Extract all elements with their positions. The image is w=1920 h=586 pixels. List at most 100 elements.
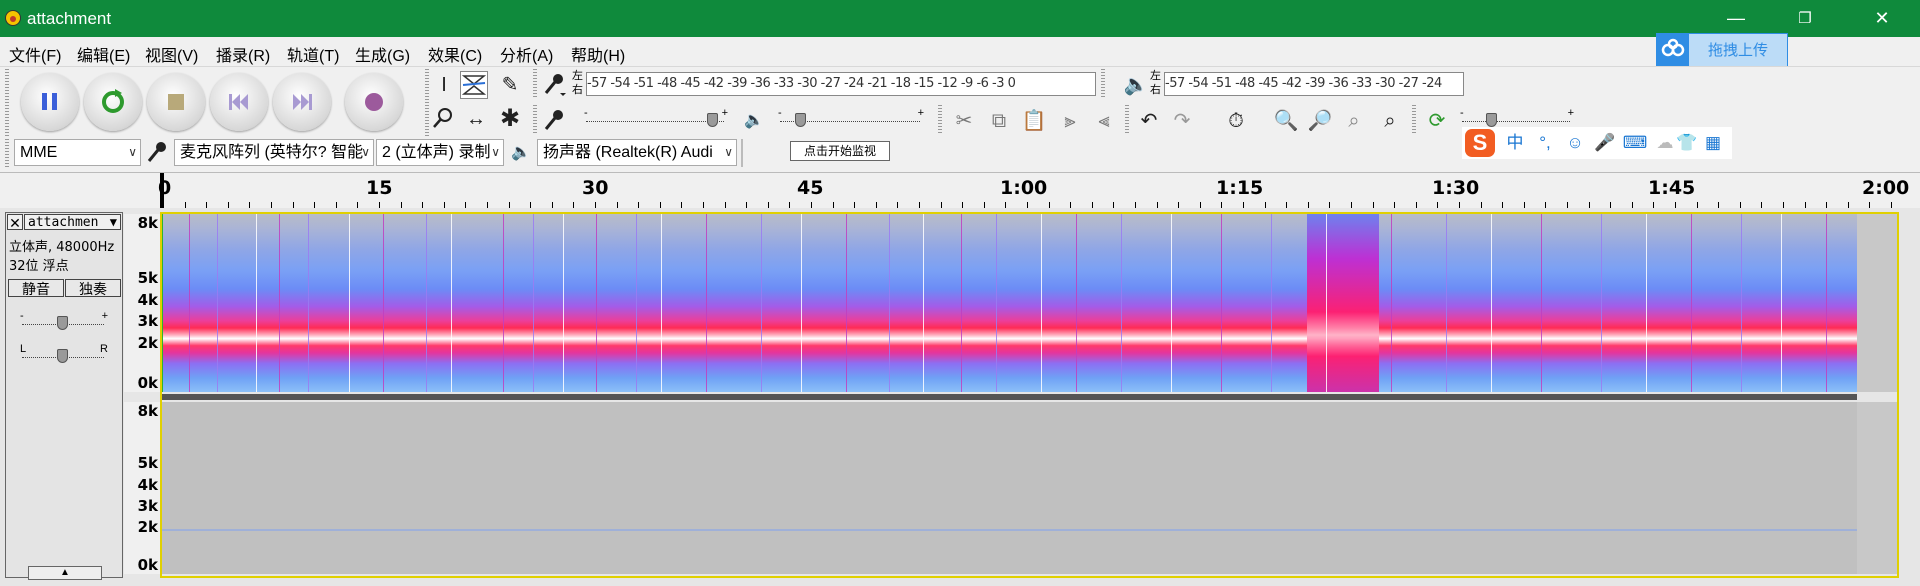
silence-icon[interactable]: ⫷	[1090, 107, 1118, 135]
pan-thumb[interactable]	[57, 349, 68, 363]
envelope-tool-icon[interactable]	[460, 71, 488, 99]
selection-tool-icon[interactable]: I	[430, 71, 458, 99]
loop-button[interactable]	[84, 73, 142, 131]
stop-icon	[147, 73, 205, 131]
mixer-grip[interactable]	[533, 105, 537, 135]
sync-lock-icon[interactable]: ⏱	[1222, 107, 1250, 135]
menu-record[interactable]: 播录(R)	[216, 42, 270, 66]
minimize-button[interactable]: —	[1706, 0, 1766, 37]
time-shift-tool-icon[interactable]: ↔	[462, 105, 490, 133]
ruler-label: 15	[366, 177, 393, 199]
menu-effect[interactable]: 效果(C)	[428, 42, 482, 66]
recording-channels-select[interactable]: 2 (立体声) 录制 ∨	[376, 139, 504, 166]
fit-selection-icon[interactable]: ⌕	[1340, 107, 1368, 135]
undo-icon[interactable]: ↶	[1135, 107, 1163, 135]
ime-voice-icon[interactable]: 🎤	[1592, 131, 1618, 155]
ime-punctuation-icon[interactable]: °,	[1532, 131, 1558, 155]
undo-grip[interactable]	[1125, 105, 1129, 135]
track-gain-slider[interactable]: - +	[20, 310, 108, 334]
menu-analyze[interactable]: 分析(A)	[500, 42, 553, 66]
play-at-speed-grip[interactable]	[1412, 105, 1416, 135]
close-track-icon[interactable]: ✕	[7, 214, 23, 231]
cut-icon[interactable]: ✂	[950, 107, 978, 135]
zoom-out-icon[interactable]: 🔎	[1306, 107, 1334, 135]
paste-icon[interactable]: 📋	[1020, 107, 1048, 135]
upload-widget[interactable]: 拖拽上传	[1656, 33, 1788, 67]
menu-help[interactable]: 帮助(H)	[571, 42, 625, 66]
pencil-tool-icon[interactable]: ✎	[496, 71, 524, 99]
play-speed-slider[interactable]: - +	[1460, 107, 1574, 131]
audio-host-select[interactable]: MME ∨	[14, 139, 141, 166]
recording-device-select[interactable]: 麦克风阵列 (英特尔? 智能 ∨	[174, 139, 374, 166]
ime-keyboard-icon[interactable]: ⌨	[1622, 131, 1648, 155]
spectrogram-right-channel[interactable]	[161, 402, 1857, 574]
skip-start-button[interactable]	[210, 73, 268, 131]
record-meter[interactable]: -57 -54 -51 -48 -45 -42 -39 -36 -33 -30 …	[586, 72, 1096, 96]
collapse-track-button[interactable]: ▲	[28, 566, 102, 580]
record-volume-thumb[interactable]	[707, 113, 718, 127]
playback-volume-thumb[interactable]	[795, 113, 806, 127]
play-at-speed-icon[interactable]: ⟳	[1423, 107, 1451, 135]
transient-line	[1446, 214, 1447, 392]
ime-emoji-icon[interactable]: ☺	[1562, 131, 1588, 155]
mute-button[interactable]: 静音	[8, 279, 64, 297]
channel-separator	[161, 394, 1857, 400]
transient-line	[1121, 214, 1122, 392]
record-button[interactable]	[345, 73, 403, 131]
transient-line	[451, 214, 452, 392]
edit-toolbar-grip[interactable]	[938, 105, 942, 135]
transient-line	[1041, 214, 1042, 392]
play-meter[interactable]: -57 -54 -51 -48 -45 -42 -39 -36 -33 -30 …	[1164, 72, 1464, 96]
transient-line	[706, 214, 707, 392]
menu-file[interactable]: 文件(F)	[9, 42, 61, 66]
ime-menu-icon[interactable]: ▦	[1700, 131, 1726, 155]
playback-device-select[interactable]: 扬声器 (Realtek(R) Audi ∨	[537, 139, 737, 166]
menu-tracks[interactable]: 轨道(T)	[287, 42, 339, 66]
record-meter-mic-icon[interactable]	[541, 71, 569, 99]
menu-bar: 文件(F) 编辑(E) 视图(V) 播录(R) 轨道(T) 生成(G) 效果(C…	[0, 37, 1920, 66]
ime-skin-icon[interactable]: 👕	[1674, 131, 1700, 155]
device-toolbar-grip[interactable]	[5, 139, 9, 167]
menu-edit[interactable]: 编辑(E)	[77, 42, 130, 66]
transient-line	[256, 214, 257, 392]
record-meter-left-label: 左	[572, 70, 583, 82]
zoom-tool-icon[interactable]	[430, 105, 458, 133]
record-meter-grip[interactable]	[533, 69, 537, 99]
tools-grip[interactable]	[425, 69, 429, 136]
transient-line	[383, 214, 384, 392]
gain-thumb[interactable]	[57, 316, 68, 330]
ruler-label: 1:30	[1432, 177, 1480, 199]
playback-volume-slider[interactable]: - +	[778, 107, 924, 131]
play-speed-thumb[interactable]	[1486, 113, 1497, 127]
play-meter-grip[interactable]	[1101, 69, 1105, 99]
ime-language-toggle[interactable]: 中	[1502, 131, 1528, 155]
close-button[interactable]: ✕	[1852, 0, 1912, 37]
copy-icon[interactable]: ⧉	[985, 107, 1013, 135]
sogou-logo-icon[interactable]: S	[1465, 129, 1495, 157]
high-energy-region	[1307, 214, 1379, 392]
frequency-axis-right: 8k 5k 4k 3k 2k 0k	[124, 402, 160, 574]
multi-tool-icon[interactable]: ✱	[496, 105, 524, 133]
fit-project-icon[interactable]: ⌕	[1376, 107, 1404, 135]
trim-icon[interactable]: ⫸	[1056, 107, 1084, 135]
stop-button[interactable]	[147, 73, 205, 131]
transient-line	[1691, 214, 1692, 392]
skip-end-button[interactable]	[273, 73, 331, 131]
pause-button[interactable]	[21, 73, 79, 131]
record-meter-tooltip[interactable]: 点击开始监视	[790, 141, 890, 161]
menu-view[interactable]: 视图(V)	[145, 42, 198, 66]
track-name-menu[interactable]: attachmen ▼	[24, 214, 121, 230]
menu-generate[interactable]: 生成(G)	[355, 42, 410, 66]
play-meter-speaker-icon[interactable]: 🔈	[1122, 71, 1150, 99]
track-pan-slider[interactable]: L R	[20, 343, 108, 367]
record-volume-slider[interactable]: - +	[584, 107, 728, 131]
dropdown-arrow-icon: ▼	[109, 215, 117, 229]
spectrogram-left-channel[interactable]	[161, 214, 1857, 392]
timeline-ruler[interactable]: 0 15 30 45 1:00 1:15 1:30 1:45 2:00	[0, 172, 1920, 209]
toolbar-grip[interactable]	[5, 69, 9, 136]
zoom-in-icon[interactable]: 🔍	[1272, 107, 1300, 135]
restore-button[interactable]: ❐	[1775, 0, 1835, 37]
redo-icon[interactable]: ↷	[1168, 107, 1196, 135]
solo-button[interactable]: 独奏	[65, 279, 121, 297]
transient-line	[889, 214, 890, 392]
